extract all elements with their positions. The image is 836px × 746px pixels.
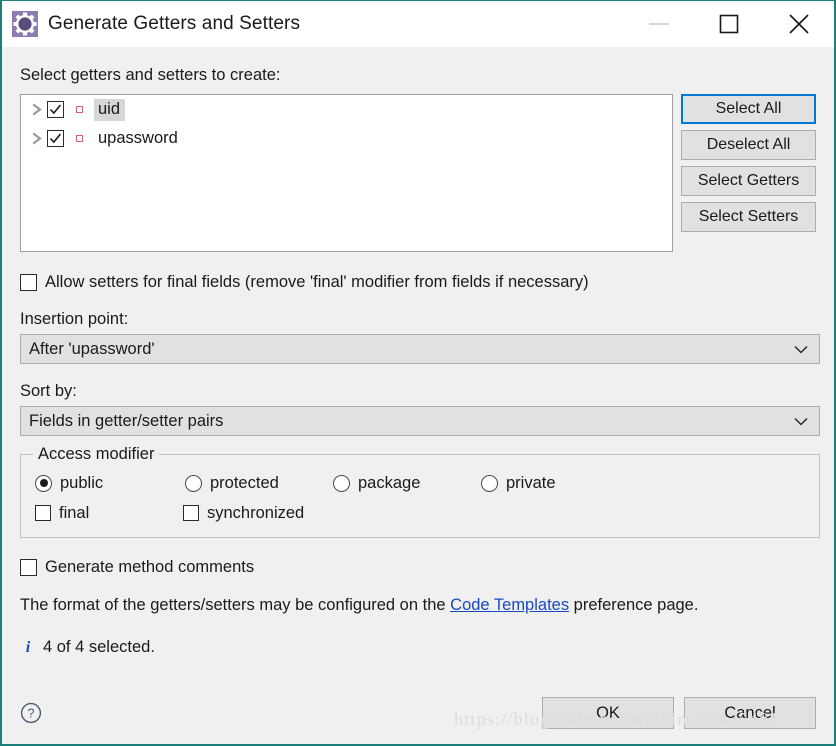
tree-checkbox[interactable] — [47, 130, 64, 147]
radio-protected-indicator[interactable] — [185, 474, 202, 492]
synchronized-label: synchronized — [207, 503, 305, 522]
final-checkbox[interactable] — [35, 505, 51, 521]
generate-comments-checkbox-row[interactable]: Generate method comments — [20, 558, 816, 577]
maximize-icon[interactable] — [694, 1, 764, 47]
insertion-point-value: After 'upassword' — [29, 339, 155, 358]
gear-icon — [12, 11, 38, 37]
format-note: The format of the getters/setters may be… — [20, 596, 816, 615]
tree-row[interactable]: upassword — [21, 124, 672, 153]
radio-protected[interactable]: protected — [185, 474, 333, 493]
help-icon[interactable]: ? — [20, 702, 42, 724]
radio-package[interactable]: package — [333, 474, 481, 493]
select-all-button[interactable]: Select All — [681, 94, 816, 124]
field-icon — [73, 103, 86, 116]
title-bar: Generate Getters and Setters — [2, 1, 834, 47]
window-controls — [624, 1, 834, 47]
synchronized-checkbox[interactable] — [183, 505, 199, 521]
deselect-all-button[interactable]: Deselect All — [681, 130, 816, 160]
sort-by-label: Sort by: — [20, 382, 77, 400]
select-setters-button[interactable]: Select Setters — [681, 202, 816, 232]
select-label: Select getters and setters to create: — [20, 66, 281, 84]
dialog-footer: ? OK Cancel — [20, 697, 816, 729]
field-icon — [73, 132, 86, 145]
insertion-point-label: Insertion point: — [20, 310, 129, 328]
close-icon[interactable] — [764, 1, 834, 47]
allow-final-setters-label: Allow setters for final fields (remove '… — [45, 273, 589, 291]
final-label: final — [59, 503, 90, 522]
ok-button[interactable]: OK — [542, 697, 674, 729]
synchronized-checkbox-row[interactable]: synchronized — [183, 504, 304, 523]
radio-private[interactable]: private — [481, 474, 556, 493]
format-note-suffix: preference page. — [569, 596, 699, 614]
radio-package-indicator[interactable] — [333, 474, 350, 492]
generate-comments-checkbox[interactable] — [20, 559, 37, 576]
chevron-right-icon[interactable] — [27, 103, 47, 116]
access-modifier-radios: public protected package private — [35, 469, 805, 497]
info-icon: i — [25, 638, 31, 656]
insertion-point-select[interactable]: After 'upassword' — [20, 334, 820, 364]
svg-text:?: ? — [28, 707, 35, 721]
final-checkbox-row[interactable]: final — [35, 504, 183, 523]
window-title: Generate Getters and Setters — [48, 13, 301, 34]
code-templates-link[interactable]: Code Templates — [450, 596, 569, 614]
radio-public-indicator[interactable] — [35, 474, 52, 492]
allow-final-setters-checkbox-row[interactable]: Allow setters for final fields (remove '… — [20, 273, 816, 292]
status-row: i 4 of 4 selected. — [20, 638, 816, 657]
select-getters-button[interactable]: Select Getters — [681, 166, 816, 196]
tree-checkbox[interactable] — [47, 101, 64, 118]
generate-comments-label: Generate method comments — [45, 558, 255, 576]
radio-public-label: public — [60, 473, 104, 492]
format-note-prefix: The format of the getters/setters may be… — [20, 596, 451, 614]
fields-tree[interactable]: uid upassword — [20, 94, 673, 252]
chevron-down-icon[interactable] — [794, 335, 808, 363]
radio-package-label: package — [358, 473, 421, 492]
radio-protected-label: protected — [210, 473, 279, 492]
allow-final-setters-checkbox[interactable] — [20, 274, 37, 291]
modifier-checkboxes: final synchronized — [35, 499, 805, 527]
chevron-right-icon[interactable] — [27, 132, 47, 145]
minimize-icon[interactable] — [624, 1, 694, 47]
radio-public[interactable]: public — [35, 474, 185, 493]
status-text: 4 of 4 selected. — [43, 638, 155, 656]
tree-item-label: upassword — [98, 129, 178, 147]
dialog-body: Select getters and setters to create: ui… — [2, 47, 834, 744]
radio-private-indicator[interactable] — [481, 474, 498, 492]
list-and-buttons: uid upassword Select All Deselect All Se… — [20, 94, 816, 252]
chevron-down-icon[interactable] — [794, 407, 808, 435]
tree-row[interactable]: uid — [21, 95, 672, 124]
access-modifier-title: Access modifier — [33, 445, 160, 464]
generate-getters-setters-dialog: Generate Getters and Setters Select gett… — [0, 0, 836, 746]
selection-buttons: Select All Deselect All Select Getters S… — [681, 94, 816, 232]
sort-by-value: Fields in getter/setter pairs — [29, 411, 224, 430]
cancel-button[interactable]: Cancel — [684, 697, 816, 729]
radio-private-label: private — [506, 473, 556, 492]
sort-by-select[interactable]: Fields in getter/setter pairs — [20, 406, 820, 436]
access-modifier-group: Access modifier public protected package… — [20, 445, 820, 538]
tree-item-label: uid — [94, 98, 126, 121]
